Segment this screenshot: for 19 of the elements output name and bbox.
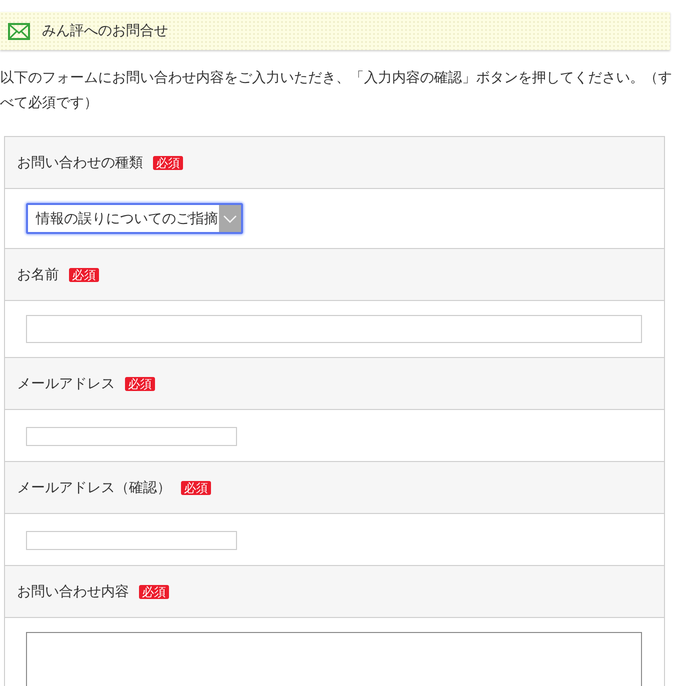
required-badge: 必須 [181,480,211,494]
intro-text: 以下のフォームにお問い合わせ内容をご入力いただき、「入力内容の確認」ボタンを押してください。（すべて必須です） [0,69,673,113]
field-label: お名前 [17,266,59,284]
dropdown-select[interactable]: 情報の誤りについてのご指摘 [26,203,243,234]
envelope-icon [8,22,30,40]
required-badge: 必須 [125,376,155,390]
field-label: お問い合わせの種類 [17,154,143,172]
input-field[interactable] [26,427,237,446]
required-badge: 必須 [153,156,183,170]
textarea-field[interactable] [26,632,642,686]
chevron-down-icon [219,205,241,232]
required-badge: 必須 [139,584,169,598]
required-badge: 必須 [69,268,99,282]
field-label: お問い合わせ内容 [17,582,129,600]
input-field[interactable] [26,531,237,550]
page-title: みん評へのお問合せ [42,22,168,41]
field-label: メールアドレス（確認） [17,478,171,496]
field-label: メールアドレス [17,374,115,392]
input-field[interactable] [26,315,642,343]
